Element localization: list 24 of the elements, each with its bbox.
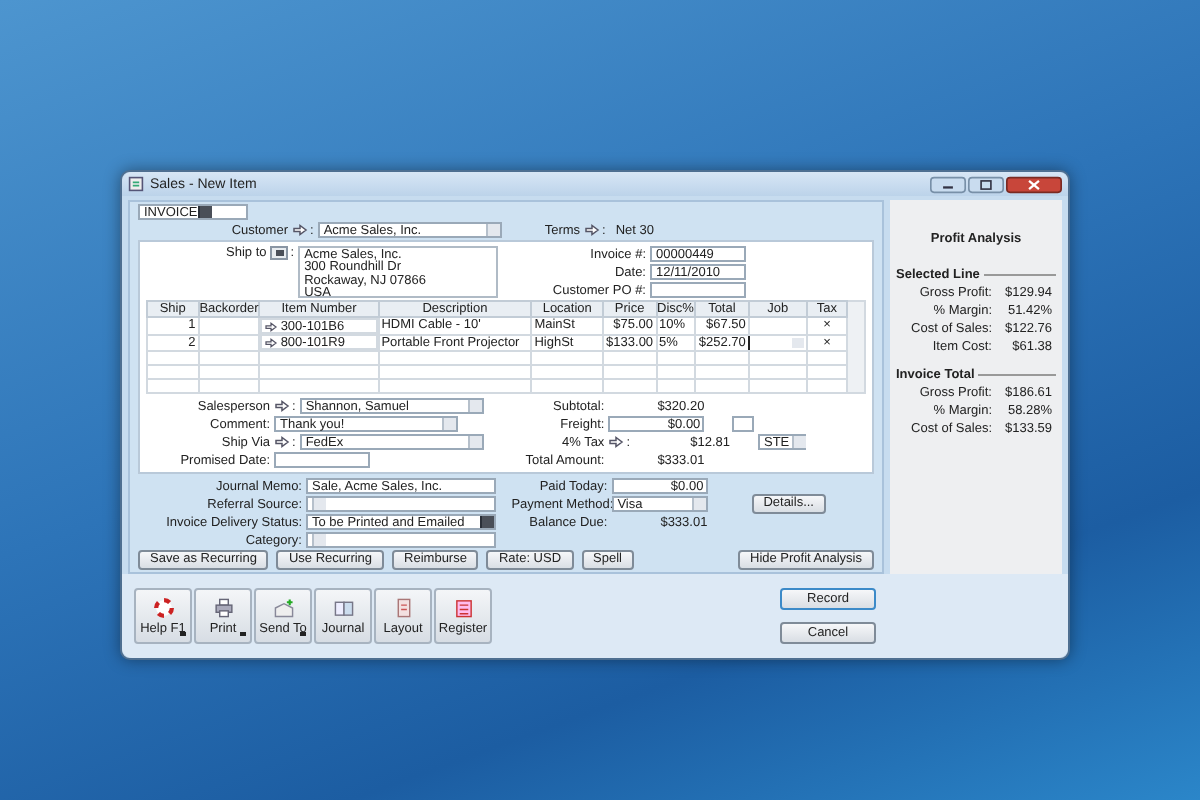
ship-to-dropdown[interactable] xyxy=(270,246,289,260)
lifebuoy-icon xyxy=(153,597,173,617)
printer-icon xyxy=(213,597,233,617)
maximize-button[interactable] xyxy=(968,175,1004,193)
arrow-icon[interactable] xyxy=(608,436,625,448)
arrow-icon[interactable] xyxy=(274,400,290,412)
minimize-button[interactable] xyxy=(930,175,966,193)
book-icon xyxy=(333,597,353,617)
ledger-icon xyxy=(453,597,473,617)
combo-field[interactable] xyxy=(306,496,496,512)
combo-field[interactable] xyxy=(306,532,496,548)
text-field[interactable] xyxy=(650,282,746,298)
caret-icon xyxy=(180,632,186,636)
checkbox[interactable] xyxy=(732,416,755,432)
text-field[interactable] xyxy=(274,452,370,468)
page-icon xyxy=(393,597,413,617)
caret-icon xyxy=(240,632,246,636)
arrow-icon[interactable] xyxy=(292,224,308,236)
arrow-icon[interactable] xyxy=(584,224,601,236)
close-button[interactable] xyxy=(1006,175,1062,193)
document-icon xyxy=(128,176,144,192)
scrollbar[interactable] xyxy=(848,300,866,394)
arrow-icon[interactable] xyxy=(274,436,290,448)
caret-icon xyxy=(300,632,306,636)
